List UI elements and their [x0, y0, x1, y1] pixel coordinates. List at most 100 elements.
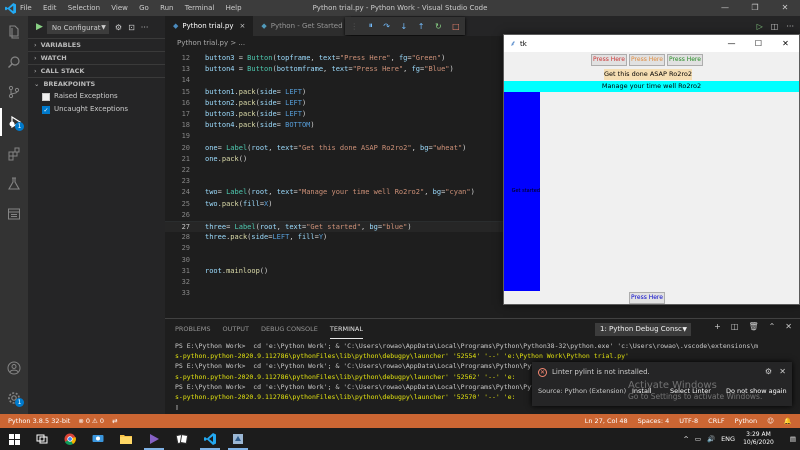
- problems-count[interactable]: ⊗ 0 ⚠ 0: [78, 417, 104, 425]
- section-label: BREAKPOINTS: [43, 80, 96, 88]
- stop-icon[interactable]: □: [452, 22, 460, 31]
- menu-go[interactable]: Go: [139, 4, 149, 12]
- menu-edit[interactable]: Edit: [43, 4, 57, 12]
- section-watch[interactable]: › WATCH: [28, 51, 165, 64]
- line-ending[interactable]: CRLF: [708, 417, 724, 425]
- tab-problems[interactable]: PROBLEMS: [175, 319, 210, 339]
- new-terminal-icon[interactable]: +: [714, 322, 721, 331]
- remote-explorer-icon[interactable]: [0, 200, 28, 228]
- gear-icon[interactable]: ⚙: [115, 23, 122, 32]
- tk-title-bar[interactable]: ⸙ tk — ☐ ✕: [504, 35, 799, 52]
- section-call-stack[interactable]: › CALL STACK: [28, 64, 165, 77]
- tab-output[interactable]: OUTPUT: [222, 319, 249, 339]
- tk-button-2[interactable]: Press Here: [629, 54, 665, 66]
- step-over-icon[interactable]: ↷: [383, 22, 390, 31]
- menu-view[interactable]: View: [111, 4, 128, 12]
- section-variables[interactable]: › VARIABLES: [28, 38, 165, 51]
- search-icon[interactable]: [0, 48, 28, 76]
- split-editor-icon[interactable]: ◫: [771, 22, 779, 31]
- file-explorer-icon[interactable]: [112, 428, 140, 450]
- feedback-icon[interactable]: ☺: [767, 417, 774, 425]
- debug-config-select[interactable]: No Configurat ▼: [46, 20, 109, 34]
- pause-icon[interactable]: ⏸: [369, 21, 373, 31]
- menu-selection[interactable]: Selection: [68, 4, 100, 12]
- task-view-icon[interactable]: [28, 428, 56, 450]
- cursor-position[interactable]: Ln 27, Col 48: [585, 417, 628, 425]
- step-out-icon[interactable]: ↑: [418, 22, 425, 31]
- testing-flask-icon[interactable]: [0, 170, 28, 198]
- minimize-icon[interactable]: —: [710, 0, 740, 16]
- volume-icon[interactable]: 🔊: [707, 435, 715, 443]
- gear-icon[interactable]: ⚙: [765, 367, 772, 376]
- encoding[interactable]: UTF-8: [679, 417, 698, 425]
- python-tk-taskbar-icon[interactable]: [224, 428, 252, 450]
- tv-app-icon[interactable]: [84, 428, 112, 450]
- trash-icon[interactable]: 🗑: [748, 322, 758, 331]
- chevron-up-icon[interactable]: ^: [683, 435, 688, 443]
- terminal-select[interactable]: 1: Python Debug Consc ▼: [595, 323, 691, 336]
- menu-run[interactable]: Run: [160, 4, 173, 12]
- bell-icon[interactable]: 🔔: [784, 417, 792, 425]
- uncaught-exceptions-checkbox[interactable]: ✓: [42, 105, 50, 114]
- tk-button-1[interactable]: Press Here: [591, 54, 627, 66]
- menu-terminal[interactable]: Terminal: [185, 4, 215, 12]
- maximize-icon[interactable]: ☐: [745, 35, 772, 52]
- chrome-icon[interactable]: [56, 428, 84, 450]
- tab-debug-console[interactable]: DEBUG CONSOLE: [261, 319, 318, 339]
- maximize-icon[interactable]: ❐: [740, 0, 770, 16]
- menu-file[interactable]: File: [20, 4, 32, 12]
- language-mode[interactable]: Python: [735, 417, 758, 425]
- network-icon[interactable]: ▭: [695, 435, 701, 443]
- code-editor[interactable]: 12 button3 = Button(topframe, text="Press…: [165, 50, 504, 318]
- live-share-icon[interactable]: ⇄: [112, 417, 117, 425]
- close-panel-icon[interactable]: ✕: [785, 322, 792, 331]
- install-button[interactable]: Install: [628, 385, 656, 398]
- clock[interactable]: 3:29 AM 10/6/2020: [743, 431, 774, 447]
- close-icon[interactable]: ✕: [779, 367, 786, 376]
- step-into-icon[interactable]: ↓: [401, 22, 408, 31]
- run-debug-icon[interactable]: 1: [0, 108, 28, 136]
- more-actions-icon[interactable]: ···: [141, 23, 149, 32]
- input-language[interactable]: ENG: [721, 435, 735, 443]
- notification-center-icon[interactable]: ▤: [790, 435, 796, 443]
- tab-get-started[interactable]: ◆ Python - Get Started: [253, 16, 351, 36]
- extensions-icon[interactable]: [0, 140, 28, 168]
- select-linter-button[interactable]: Select Linter: [666, 385, 715, 398]
- restart-icon[interactable]: ↻: [435, 22, 442, 31]
- line-number: 14: [181, 76, 190, 85]
- start-windows-icon[interactable]: [0, 428, 28, 450]
- explorer-icon[interactable]: [0, 18, 28, 46]
- tk-button-4[interactable]: Press Here: [629, 292, 665, 304]
- source-control-icon[interactable]: [0, 78, 28, 106]
- breakpoint-uncaught-exceptions[interactable]: ✓ Uncaught Exceptions: [28, 103, 165, 116]
- terminal-line: s-python.python-2020.9.112786\pythonFile…: [175, 352, 629, 361]
- cards-app-icon[interactable]: [168, 428, 196, 450]
- breadcrumb[interactable]: Python trial.py > ...: [165, 36, 504, 50]
- menu-help[interactable]: Help: [226, 4, 242, 12]
- code-line: 32: [165, 277, 504, 288]
- chevron-up-icon[interactable]: ⌃: [769, 322, 776, 331]
- vscode-taskbar-icon[interactable]: [196, 428, 224, 450]
- account-icon[interactable]: [0, 354, 28, 382]
- tab-terminal[interactable]: TERMINAL: [329, 319, 363, 339]
- debug-console-icon[interactable]: ⊡: [128, 23, 135, 32]
- close-icon[interactable]: ✕: [770, 0, 800, 16]
- tk-button-3[interactable]: Press Here: [667, 54, 703, 66]
- more-actions-icon[interactable]: ···: [786, 22, 794, 31]
- start-debugging-icon[interactable]: ▶: [36, 22, 43, 32]
- indentation[interactable]: Spaces: 4: [638, 417, 670, 425]
- close-icon[interactable]: ✕: [772, 35, 799, 52]
- visual-studio-icon[interactable]: [140, 428, 168, 450]
- drag-handle-icon[interactable]: ⋮: [350, 22, 358, 31]
- do-not-show-again-button[interactable]: Do not show again: [722, 385, 791, 398]
- run-file-icon[interactable]: ▷: [757, 22, 763, 31]
- settings-gear-icon[interactable]: 1: [0, 384, 28, 412]
- close-icon[interactable]: ×: [240, 16, 246, 36]
- tab-python-trial[interactable]: ◆ Python trial.py ×: [165, 16, 254, 36]
- breakpoint-raised-exceptions[interactable]: Raised Exceptions: [28, 90, 165, 103]
- python-interpreter[interactable]: Python 3.8.5 32-bit: [8, 417, 70, 425]
- split-terminal-icon[interactable]: ◫: [731, 322, 739, 331]
- section-breakpoints[interactable]: ⌄ BREAKPOINTS: [28, 77, 165, 90]
- raised-exceptions-checkbox[interactable]: [42, 92, 50, 101]
- minimize-icon[interactable]: —: [718, 35, 745, 52]
